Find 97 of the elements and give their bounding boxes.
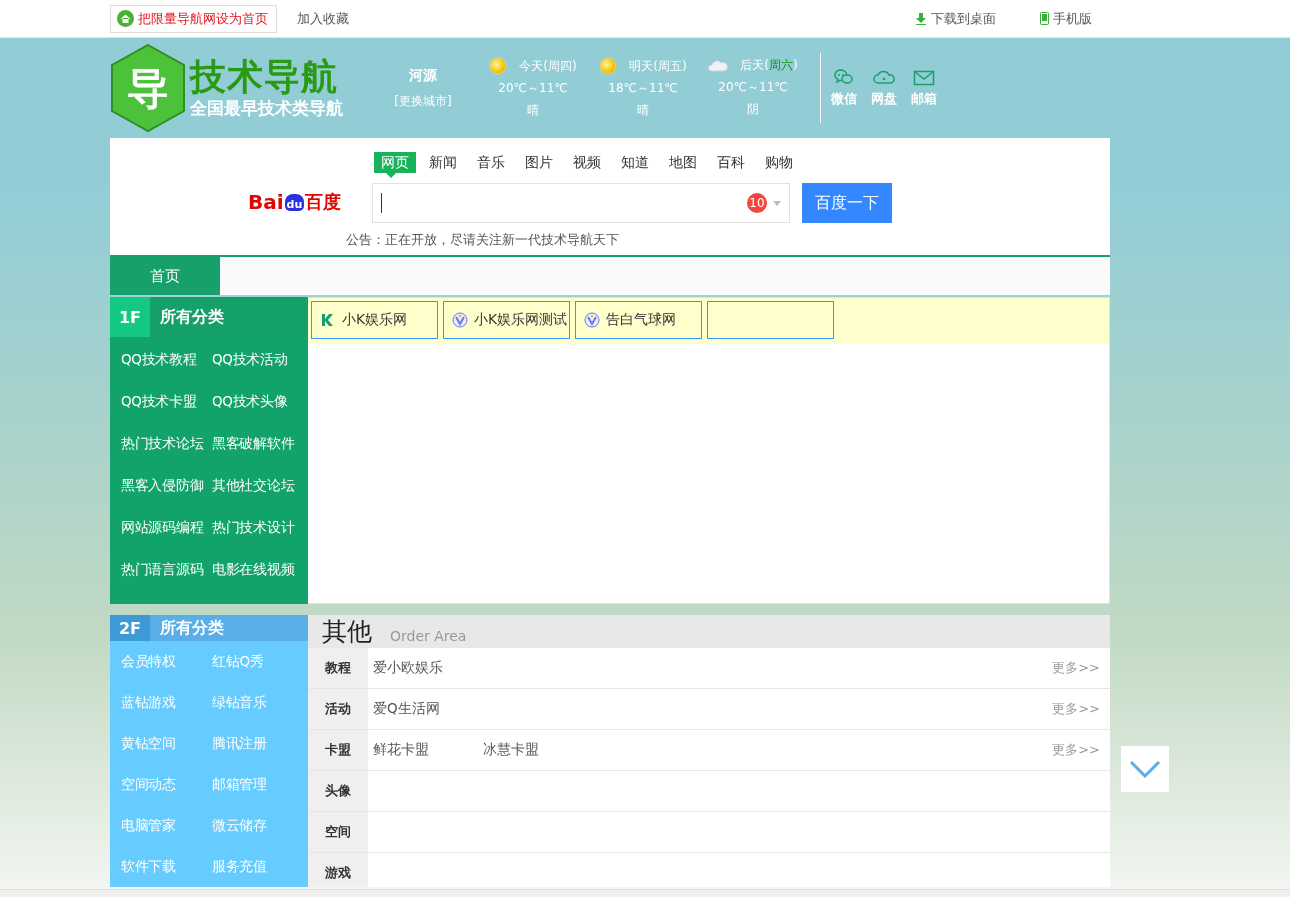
row-label: 游戏 xyxy=(308,853,368,887)
cloud-icon xyxy=(873,68,895,86)
row-label: 空间 xyxy=(308,812,368,852)
quick-link[interactable]: 微信 xyxy=(831,68,857,108)
category-link[interactable]: 电脑管家 xyxy=(121,805,212,846)
quick-link[interactable]: 网盘 xyxy=(871,68,897,108)
row-label: 教程 xyxy=(308,648,368,688)
phone-icon xyxy=(1040,12,1049,25)
city-name: 河源 xyxy=(409,66,437,85)
dropdown-caret-icon[interactable] xyxy=(773,200,781,206)
category-link[interactable]: 会员特权 xyxy=(121,641,212,682)
category-link[interactable]: 空间动态 xyxy=(121,764,212,805)
floor-title: 所有分类 xyxy=(150,615,308,641)
category-link[interactable]: QQ技术教程 xyxy=(121,338,212,380)
site-link[interactable]: 小K娱乐网测试 xyxy=(443,301,570,339)
forecast-day: 今天(周四) xyxy=(519,57,577,75)
site-link[interactable]: 爱Q生活网 xyxy=(373,700,483,718)
search-tab[interactable]: 知道 xyxy=(614,152,656,178)
search-tab[interactable]: 购物 xyxy=(758,152,800,178)
letter-v-logo-icon xyxy=(584,312,600,328)
search-tab[interactable]: 地图 xyxy=(662,152,704,178)
envelope-icon xyxy=(913,68,935,86)
site-link[interactable]: 告白气球网 xyxy=(575,301,702,339)
category-link[interactable]: 微云储存 xyxy=(212,805,308,846)
home-icon xyxy=(117,10,134,27)
weather-condition: 晴 xyxy=(637,102,649,119)
category-link[interactable]: 黄钻空间 xyxy=(121,723,212,764)
weather-condition: 阴 xyxy=(747,101,759,118)
category-link[interactable]: 热门技术设计 xyxy=(212,506,308,548)
sun-icon xyxy=(599,57,618,75)
category-link[interactable]: QQ技术卡盟 xyxy=(121,380,212,422)
category-link[interactable]: 黑客入侵防御 xyxy=(121,464,212,506)
empty-site-slot[interactable] xyxy=(707,301,834,339)
category-link[interactable]: 黑客破解软件 xyxy=(212,422,308,464)
cloud-icon xyxy=(708,59,729,72)
logo-title: 技术导航 xyxy=(190,56,339,97)
letter-k-logo-icon xyxy=(320,312,336,328)
count-badge: 10 xyxy=(747,193,767,213)
search-tab[interactable]: 图片 xyxy=(518,152,560,178)
site-link[interactable]: 冰慧卡盟 xyxy=(483,741,593,759)
search-tab[interactable]: 网页 xyxy=(374,152,416,178)
section-title: 其他 xyxy=(322,616,372,648)
search-tab[interactable]: 新闻 xyxy=(422,152,464,178)
row-label: 活动 xyxy=(308,689,368,729)
category-link[interactable]: 红钻Q秀 xyxy=(212,641,308,682)
category-link[interactable]: 邮箱管理 xyxy=(212,764,308,805)
row-label: 卡盟 xyxy=(308,730,368,770)
search-engine-logo: Bai du 百度 xyxy=(248,189,343,216)
category-link[interactable]: 腾讯注册 xyxy=(212,723,308,764)
add-favorite-link[interactable]: 加入收藏 xyxy=(297,9,349,28)
logo-badge: 导 xyxy=(110,43,186,133)
quick-link[interactable]: 邮箱 xyxy=(911,68,937,108)
logo-slogan: 全国最早技术类导航 xyxy=(190,96,343,120)
temperature-range: 20℃～11℃ xyxy=(718,79,788,96)
more-link[interactable]: 更多>> xyxy=(1052,659,1100,677)
site-link[interactable]: 小K娱乐网 xyxy=(311,301,438,339)
floor-number: 1F xyxy=(110,297,150,337)
category-link[interactable]: 绿钻音乐 xyxy=(212,682,308,723)
letter-v-logo-icon xyxy=(452,312,468,328)
search-field[interactable]: 10 xyxy=(372,183,790,223)
change-city-link[interactable]: [更换城市] xyxy=(394,92,452,110)
category-link[interactable]: 网站源码编程 xyxy=(121,506,212,548)
category-link[interactable]: 服务充值 xyxy=(212,846,308,887)
site-link[interactable]: 爱小欧娱乐 xyxy=(373,659,483,677)
search-tab[interactable]: 视频 xyxy=(566,152,608,178)
notice-text: 公告：正在开放，尽请关注新一代技术导航天下 xyxy=(346,231,620,249)
download-icon xyxy=(915,12,927,25)
weather-condition: 晴 xyxy=(527,102,539,119)
temperature-range: 20℃～11℃ xyxy=(498,80,568,97)
forecast-day: 明天(周五) xyxy=(629,57,687,75)
site-link[interactable]: 鲜花卡盟 xyxy=(373,741,483,759)
category-link[interactable]: 热门语言源码 xyxy=(121,548,212,590)
row-label: 头像 xyxy=(308,771,368,811)
category-link[interactable]: 其他社交论坛 xyxy=(212,464,308,506)
more-link[interactable]: 更多>> xyxy=(1052,700,1100,718)
section-subtitle: Order Area xyxy=(390,627,467,644)
search-tab[interactable]: 百科 xyxy=(710,152,752,178)
search-button[interactable]: 百度一下 xyxy=(802,183,892,223)
category-link[interactable]: 蓝钻游戏 xyxy=(121,682,212,723)
search-tab[interactable]: 音乐 xyxy=(470,152,512,178)
category-link[interactable]: QQ技术活动 xyxy=(212,338,308,380)
more-link[interactable]: 更多>> xyxy=(1052,741,1100,759)
category-link[interactable]: 软件下载 xyxy=(121,846,212,887)
category-link[interactable]: 热门技术论坛 xyxy=(121,422,212,464)
set-homepage-link[interactable]: 把限量导航网设为首页 xyxy=(110,4,277,33)
floor-number: 2F xyxy=(110,615,150,641)
category-link[interactable]: QQ技术头像 xyxy=(212,380,308,422)
download-link[interactable]: 下载到桌面 xyxy=(915,9,996,28)
forecast-day: 后天(周六) xyxy=(740,57,798,74)
sun-icon xyxy=(489,57,508,75)
chat-bubbles-icon xyxy=(833,68,855,86)
temperature-range: 18℃～11℃ xyxy=(608,80,678,97)
chevron-down-icon[interactable] xyxy=(1129,760,1161,778)
nav-tab[interactable]: 首页 xyxy=(110,257,220,295)
floor-title: 所有分类 xyxy=(150,297,308,337)
mobile-version-link[interactable]: 手机版 xyxy=(1040,9,1092,28)
category-link[interactable]: 电影在线视频 xyxy=(212,548,308,590)
